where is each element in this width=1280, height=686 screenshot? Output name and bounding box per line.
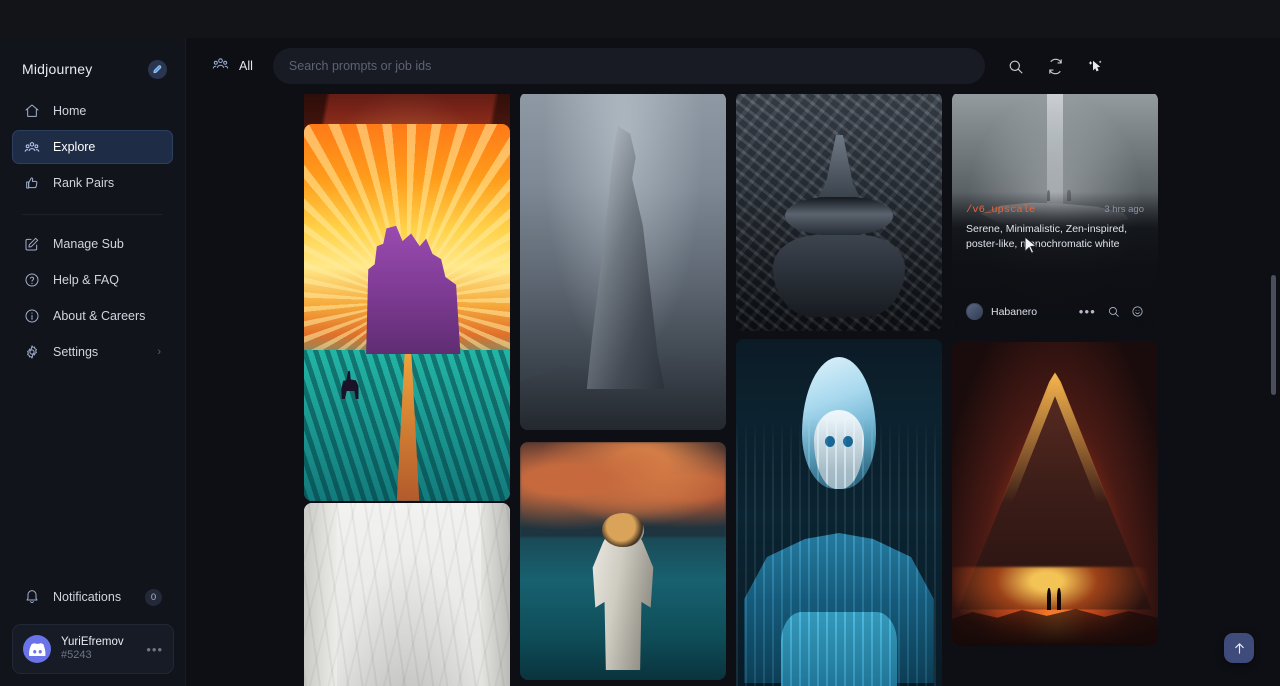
masonry-grid: /v6_upscale 3 hrs ago Serene, Minimalist… [304, 94, 1170, 686]
notifications-badge: 0 [145, 589, 162, 606]
sidebar-item-label: About & Careers [53, 309, 145, 323]
edit-square-icon [24, 236, 40, 252]
job-command-tag[interactable]: /v6_upscale [966, 204, 1035, 216]
gallery-card-stone-face[interactable] [736, 94, 942, 331]
info-circle-icon [24, 308, 40, 324]
artwork-underwater-astronaut [520, 442, 726, 680]
overlay-action-icons: ••• [1079, 305, 1144, 318]
chevron-right-icon: › [157, 346, 161, 358]
gallery-card-astronaut[interactable] [520, 442, 726, 680]
sidebar-item-label: Help & FAQ [53, 273, 119, 287]
refresh-icon[interactable] [1043, 53, 1069, 79]
job-timestamp: 3 hrs ago [1104, 204, 1144, 215]
search-bar[interactable] [273, 48, 985, 84]
user-name: YuriEfremov [61, 635, 124, 649]
discord-logo-icon [23, 635, 51, 663]
scrollbar-track[interactable] [1269, 38, 1278, 686]
emoji-reaction-icon[interactable] [1131, 305, 1144, 318]
sidebar-bottom: Notifications 0 YuriEfremov #5243 ••• [0, 580, 186, 686]
gallery-card-robot[interactable] [736, 339, 942, 686]
brand-name: Midjourney [22, 61, 92, 77]
author-name[interactable]: Habanero [991, 306, 1037, 318]
card-hover-overlay: /v6_upscale 3 hrs ago Serene, Minimalist… [952, 192, 1158, 330]
brand-row: Midjourney [0, 38, 185, 82]
scroll-to-top-button[interactable] [1224, 633, 1254, 663]
topbar: All [186, 38, 1280, 94]
notifications-label: Notifications [53, 590, 121, 604]
thumbs-up-icon [24, 175, 40, 191]
gallery-card-monolith[interactable]: /v6_upscale 3 hrs ago Serene, Minimalist… [952, 94, 1158, 330]
sidebar-item-manage-sub[interactable]: Manage Sub [12, 227, 173, 261]
explore-people-icon [212, 55, 229, 77]
sidebar-item-label: Manage Sub [53, 237, 124, 251]
sidebar-item-rank-pairs[interactable]: Rank Pairs [12, 166, 173, 200]
topbar-actions [1003, 53, 1109, 79]
artwork-white-stone-face [304, 503, 510, 686]
notifications-row[interactable]: Notifications 0 [12, 580, 174, 614]
artwork-burning-pyramid [952, 342, 1158, 646]
arrow-up-icon [1232, 641, 1247, 656]
bell-icon [24, 588, 40, 607]
sidebar-item-label: Settings [53, 345, 98, 359]
gallery-card-castle[interactable] [304, 124, 510, 501]
home-icon [24, 103, 40, 119]
sidebar-item-explore[interactable]: Explore [12, 130, 173, 164]
sidebar-item-help-faq[interactable]: Help & FAQ [12, 263, 173, 297]
midjourney-app: Midjourney Home [0, 0, 1280, 686]
sidebar-item-label: Rank Pairs [53, 176, 114, 190]
browser-chrome-strip [0, 0, 1280, 38]
explore-people-icon [24, 139, 40, 155]
filter-all-button[interactable]: All [204, 51, 261, 81]
search-icon[interactable] [1003, 53, 1029, 79]
sidebar-item-home[interactable]: Home [12, 94, 173, 128]
sidebar-nav-secondary: Manage Sub Help & FAQ [0, 227, 185, 369]
sidebar-item-label: Explore [53, 140, 95, 154]
overlay-footer-row: Habanero ••• [966, 303, 1144, 320]
gallery-card-pyramid[interactable] [952, 342, 1158, 646]
gallery-card-white-face[interactable] [304, 503, 510, 686]
sidebar-item-about-careers[interactable]: About & Careers [12, 299, 173, 333]
search-input[interactable] [289, 59, 969, 73]
filter-all-label: All [239, 59, 253, 73]
sparkle-cursor-icon[interactable] [1083, 53, 1109, 79]
gear-icon [24, 344, 40, 360]
user-more-icon[interactable]: ••• [146, 642, 163, 657]
user-discriminator: #5243 [61, 649, 124, 663]
overlay-top-row: /v6_upscale 3 hrs ago [966, 204, 1144, 216]
job-prompt-text: Serene, Minimalistic, Zen-inspired, post… [966, 222, 1144, 252]
artwork-castle [304, 124, 510, 501]
scrollbar-thumb[interactable] [1271, 275, 1276, 395]
more-dots-icon[interactable]: ••• [1079, 308, 1096, 316]
sidebar: Midjourney Home [0, 38, 186, 686]
author-avatar [966, 303, 983, 320]
sidebar-divider [22, 214, 163, 215]
sidebar-nav-primary: Home Explore [0, 94, 185, 200]
artwork-cloaked-figure [520, 94, 726, 430]
artwork-dark-stone-face [736, 94, 942, 331]
gallery-card-cloaked-figure[interactable] [520, 94, 726, 430]
gallery: /v6_upscale 3 hrs ago Serene, Minimalist… [186, 94, 1280, 686]
user-card[interactable]: YuriEfremov #5243 ••• [12, 624, 174, 674]
sidebar-item-label: Home [53, 104, 86, 118]
user-meta: YuriEfremov #5243 [61, 635, 124, 663]
magnify-icon[interactable] [1107, 305, 1120, 318]
artwork-cyborg-woman [736, 339, 942, 686]
rocket-icon[interactable] [148, 60, 167, 79]
sidebar-item-settings[interactable]: Settings › [12, 335, 173, 369]
question-circle-icon [24, 272, 40, 288]
